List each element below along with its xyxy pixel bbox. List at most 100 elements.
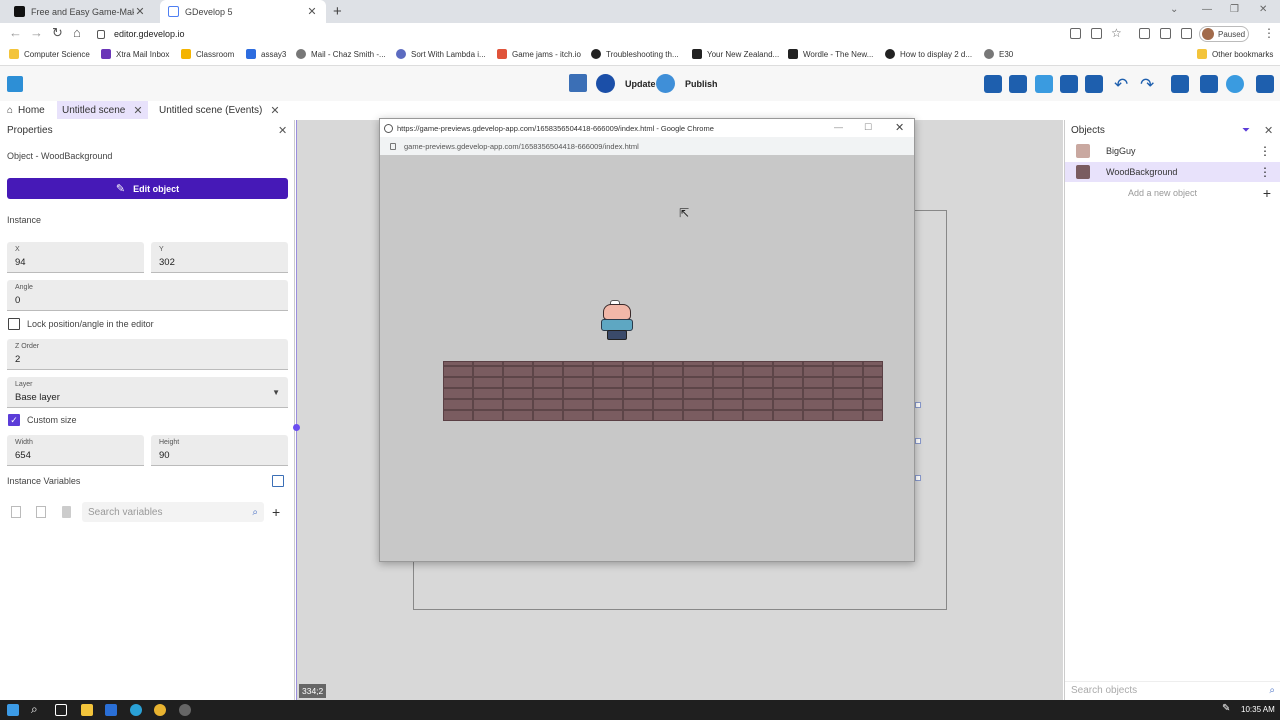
x-field[interactable]: X 94	[7, 242, 144, 273]
resize-handle[interactable]	[915, 438, 921, 444]
angle-field[interactable]: Angle 0	[7, 280, 288, 311]
bookmark-item[interactable]: Troubleshooting th...	[591, 49, 679, 59]
lock-checkbox[interactable]	[8, 318, 20, 330]
edit-object-button[interactable]: ✎ Edit object	[7, 178, 288, 199]
paste-icon[interactable]	[36, 506, 46, 518]
object-item-bigguy[interactable]: BigGuy ⋮	[1065, 141, 1280, 161]
object-groups-icon[interactable]	[984, 75, 1002, 93]
minimize-icon[interactable]: —	[834, 122, 843, 132]
open-external-icon[interactable]	[272, 475, 284, 487]
app-icon[interactable]	[130, 704, 142, 716]
bookmark-item[interactable]: Mail - Chaz Smith -...	[296, 49, 386, 59]
clock-time[interactable]: 10:35 AM	[1241, 705, 1275, 714]
forward-icon[interactable]: →	[30, 25, 43, 40]
project-manager-icon[interactable]	[7, 76, 23, 92]
bookmark-item[interactable]: Sort With Lambda i...	[396, 49, 486, 59]
star-icon[interactable]: ☆	[1111, 26, 1122, 40]
tab-home[interactable]: ⌂ Home	[2, 101, 50, 119]
other-bookmarks[interactable]: Other bookmarks	[1197, 49, 1273, 59]
tab-untitled-scene[interactable]: Untitled scene ✕	[57, 101, 148, 119]
properties-icon[interactable]	[1009, 75, 1027, 93]
close-icon[interactable]: ✕	[1264, 124, 1273, 137]
search-variables-input[interactable]: Search variables ⌕	[82, 502, 264, 522]
preview-title-bar[interactable]: https://game-previews.gdevelop-app.com/1…	[380, 119, 914, 137]
minimize-icon[interactable]: —	[1202, 4, 1212, 15]
windows-start-icon[interactable]	[7, 704, 19, 716]
install-icon[interactable]	[1070, 28, 1081, 39]
search-objects-input[interactable]: Search objects ⌕	[1065, 681, 1280, 699]
undo-icon[interactable]: ↶	[1114, 75, 1128, 95]
file-explorer-icon[interactable]	[81, 704, 93, 716]
more-menu-icon[interactable]: ⋮	[1259, 144, 1271, 158]
bookmark-item[interactable]: Classroom	[181, 49, 234, 59]
grid-icon[interactable]	[1200, 75, 1218, 93]
preview-url-bar[interactable]: game-previews.gdevelop-app.com/165835650…	[380, 137, 914, 155]
copy-icon[interactable]	[11, 506, 21, 518]
close-icon[interactable]: ✕	[306, 5, 318, 18]
filter-icon[interactable]: ⏷	[1242, 125, 1250, 136]
object-item-woodbackground[interactable]: WoodBackground ⋮	[1065, 162, 1280, 182]
resize-handle[interactable]	[915, 475, 921, 481]
update-button[interactable]: Update	[596, 74, 656, 93]
outlook-icon[interactable]	[105, 704, 117, 716]
browser-tab-gdevelop-site[interactable]: Free and Easy Game-Making App ✕	[6, 0, 154, 23]
address-bar[interactable]: editor.gdevelop.io	[97, 25, 337, 43]
more-menu-icon[interactable]: ⋮	[1259, 165, 1271, 179]
preview-window[interactable]: https://game-previews.gdevelop-app.com/1…	[379, 118, 915, 562]
close-icon[interactable]: ✕	[133, 104, 142, 117]
restore-icon[interactable]: ❐	[1230, 4, 1239, 15]
delete-icon[interactable]	[62, 506, 71, 518]
chevron-down-icon[interactable]: ⌄	[1170, 4, 1178, 15]
menu-icon[interactable]: ⋮	[1263, 26, 1275, 40]
add-new-object-button[interactable]: Add a new object +	[1065, 183, 1280, 203]
sidebar-icon[interactable]	[1181, 28, 1192, 39]
bookmark-item[interactable]: Wordle - The New...	[788, 49, 873, 59]
bookmark-item[interactable]: Computer Science	[9, 49, 90, 59]
layers-icon[interactable]	[1060, 75, 1078, 93]
share-icon[interactable]	[1091, 28, 1102, 39]
task-view-icon[interactable]	[55, 704, 67, 716]
publish-button[interactable]: Publish	[656, 74, 718, 93]
close-icon[interactable]: ✕	[895, 121, 904, 134]
new-tab-button[interactable]: +	[333, 3, 342, 20]
back-icon[interactable]: ←	[9, 25, 22, 40]
custom-size-checkbox[interactable]: ✓	[8, 414, 20, 426]
bookmark-item[interactable]: E30	[984, 49, 1013, 59]
bring-front-icon[interactable]	[1085, 75, 1103, 93]
browser-tab-gdevelop-editor[interactable]: GDevelop 5 ✕	[160, 0, 326, 23]
z-order-field[interactable]: Z Order 2	[7, 339, 288, 370]
search-icon[interactable]: ⌕	[31, 702, 38, 717]
add-variable-button[interactable]: +	[272, 504, 280, 520]
app-icon[interactable]	[179, 704, 191, 716]
home-icon[interactable]: ⌂	[73, 25, 81, 40]
debugger-icon[interactable]	[569, 74, 587, 92]
close-window-icon[interactable]: ✕	[1259, 4, 1267, 15]
close-icon[interactable]: ✕	[134, 5, 146, 18]
puzzle-icon[interactable]	[1160, 28, 1171, 39]
tab-untitled-scene-events[interactable]: Untitled scene (Events) ✕	[154, 101, 285, 119]
instances-icon[interactable]	[1035, 75, 1053, 93]
close-icon[interactable]: ✕	[270, 104, 279, 117]
bookmark-item[interactable]: Xtra Mail Inbox	[101, 49, 169, 59]
delete-icon[interactable]	[1171, 75, 1189, 93]
profile-button[interactable]: Paused	[1199, 26, 1249, 42]
height-field[interactable]: Height 90	[151, 435, 288, 466]
chrome-icon[interactable]	[154, 704, 166, 716]
bookmark-item[interactable]: assay3	[246, 49, 286, 59]
width-field[interactable]: Width 654	[7, 435, 144, 466]
reload-icon[interactable]: ↻	[52, 25, 63, 41]
bookmark-item[interactable]: How to display 2 d...	[885, 49, 972, 59]
extension-icon[interactable]	[1139, 28, 1150, 39]
pen-icon[interactable]: ✎	[1222, 703, 1230, 714]
layer-select[interactable]: Layer Base layer ▼	[7, 377, 288, 408]
panel-resize-handle[interactable]	[293, 424, 300, 431]
game-viewport[interactable]	[380, 155, 914, 561]
maximize-icon[interactable]: ☐	[864, 122, 872, 133]
bookmark-item[interactable]: Game jams - itch.io	[497, 49, 581, 59]
settings-icon[interactable]	[1256, 75, 1274, 93]
zoom-icon[interactable]	[1226, 75, 1244, 93]
close-icon[interactable]: ✕	[278, 124, 287, 137]
resize-handle[interactable]	[915, 402, 921, 408]
y-field[interactable]: Y 302	[151, 242, 288, 273]
redo-icon[interactable]: ↷	[1140, 75, 1154, 95]
